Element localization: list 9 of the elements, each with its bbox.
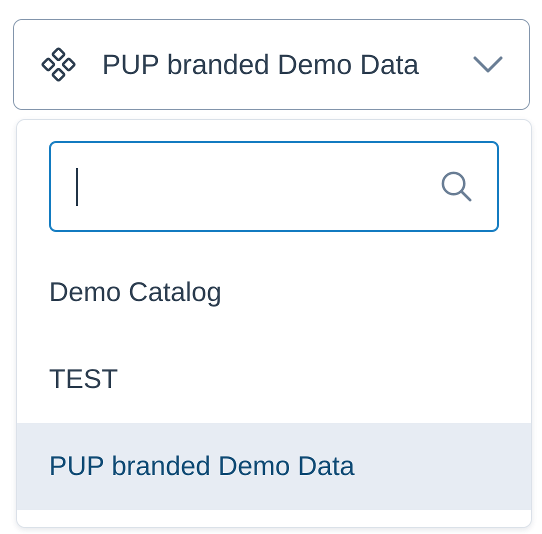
chevron-down-icon bbox=[473, 56, 503, 74]
dropdown-option[interactable]: TEST bbox=[17, 336, 531, 423]
search-field[interactable] bbox=[49, 141, 499, 232]
dropdown-option[interactable]: PUP branded Demo Data bbox=[17, 423, 531, 510]
search-icon bbox=[440, 170, 473, 203]
diamond-grid-icon bbox=[41, 47, 76, 82]
text-cursor bbox=[76, 168, 78, 206]
catalog-select[interactable]: PUP branded Demo Data bbox=[13, 19, 530, 110]
dropdown-option[interactable]: Demo Catalog bbox=[17, 249, 531, 336]
